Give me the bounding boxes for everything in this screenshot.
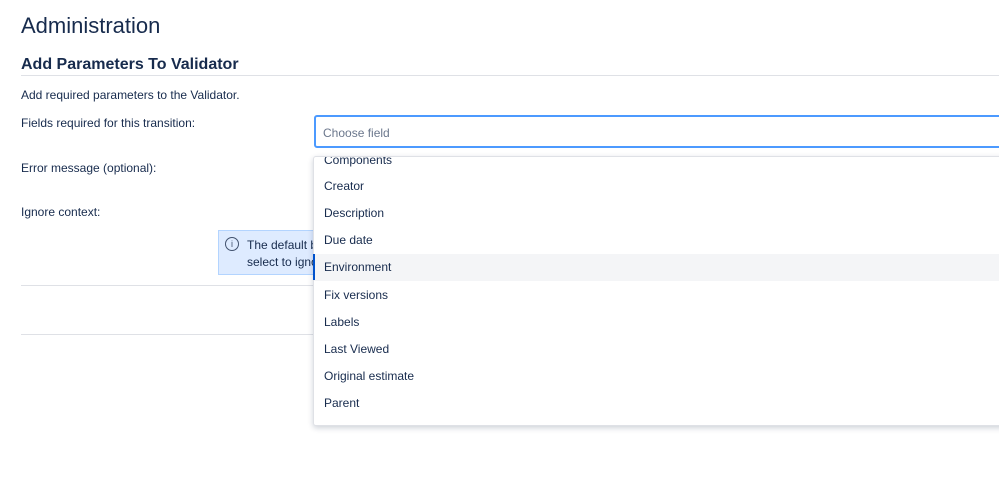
dropdown-option-highlighted[interactable]: Environment [314, 254, 999, 281]
divider [21, 334, 321, 335]
ignore-context-label: Ignore context: [21, 205, 101, 219]
error-message-label: Error message (optional): [21, 161, 157, 175]
info-message: i The default b select to igno [218, 230, 328, 275]
divider [21, 285, 321, 286]
dropdown-option[interactable]: Fix versions [314, 282, 999, 309]
dropdown-option[interactable]: Creator [314, 173, 999, 200]
page-title: Administration [21, 13, 161, 38]
description-text: Add required parameters to the Validator… [21, 88, 240, 102]
focus-indicator [313, 254, 315, 280]
dropdown-option[interactable]: Due date [314, 227, 999, 254]
info-text-line: The default b [247, 238, 318, 252]
dropdown-option[interactable]: Last Viewed [314, 336, 999, 363]
dropdown-option[interactable]: Labels [314, 309, 999, 336]
choose-field-input[interactable]: Choose field [314, 115, 999, 148]
choose-field-placeholder: Choose field [323, 126, 390, 140]
section-title: Add Parameters To Validator [21, 56, 239, 73]
info-icon: i [225, 237, 239, 251]
dropdown-option[interactable]: Original estimate [314, 363, 999, 390]
dropdown-option[interactable]: Parent [314, 390, 999, 417]
dropdown-option[interactable]: Description [314, 200, 999, 227]
info-text-line: select to igno [247, 255, 318, 269]
dropdown-option[interactable]: Components [314, 157, 999, 174]
field-dropdown-list[interactable]: Components Creator Description Due date … [313, 156, 999, 426]
divider [21, 75, 999, 76]
fields-label: Fields required for this transition: [21, 116, 196, 130]
